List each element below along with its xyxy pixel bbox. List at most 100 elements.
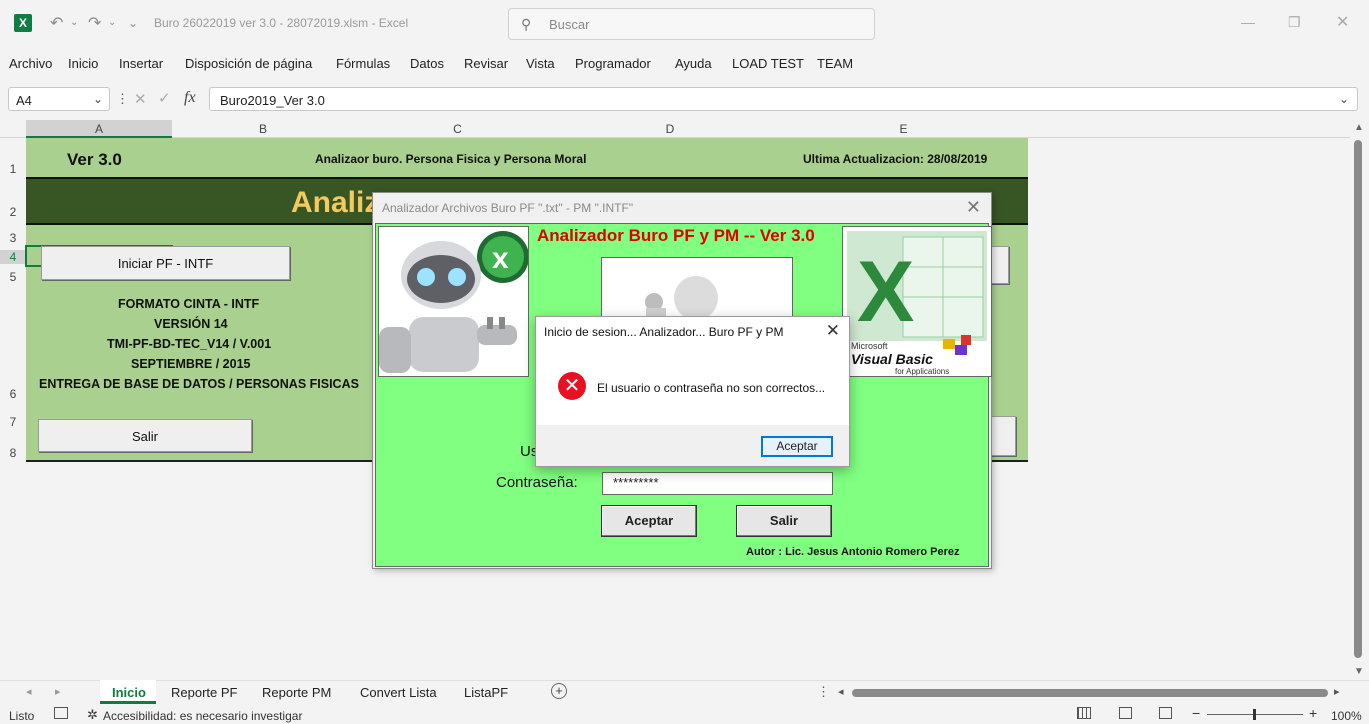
excel-vba-image: X Microsoft Visual Basic for Application… [842,226,992,377]
form-close-icon[interactable]: ✕ [966,197,981,218]
row-header-3[interactable]: 3 [0,231,26,245]
menu-disposicion[interactable]: Disposición de página [185,56,312,71]
row-header-2[interactable]: 2 [0,205,26,219]
menu-programador[interactable]: Programador [575,56,651,71]
macro-record-icon[interactable] [54,707,68,719]
prev-sheet-icon[interactable]: ◂ [26,685,32,698]
name-box[interactable]: A4 ⌄ [8,87,110,111]
customize-toolbar-icon[interactable]: ⌄ [128,16,138,30]
status-ready: Listo [9,709,35,723]
message-close-icon[interactable]: ✕ [826,321,840,341]
expand-formula-icon[interactable]: ⌄ [1339,92,1349,106]
close-window-icon[interactable]: ✕ [1336,12,1349,32]
col-header-d[interactable]: D [561,122,779,136]
more-options-icon[interactable]: ⋮ [116,91,129,107]
message-ok-button[interactable]: Aceptar [761,436,833,457]
minimize-icon[interactable]: — [1241,14,1255,30]
row-header-7[interactable]: 7 [0,415,26,429]
row-header-1[interactable]: 1 [0,162,26,176]
menu-inicio[interactable]: Inicio [68,56,98,71]
tab-listapf[interactable]: ListaPF [464,685,508,700]
menu-ayuda[interactable]: Ayuda [675,56,712,71]
col-header-a[interactable]: A [26,122,172,136]
vertical-scroll-thumb[interactable] [1354,140,1362,658]
menu-archivo[interactable]: Archivo [9,56,52,71]
info-line-1: FORMATO CINTA - INTF [118,297,260,311]
tab-convert-lista[interactable]: Convert Lista [360,685,437,700]
name-box-value: A4 [16,93,32,108]
col-header-e[interactable]: E [779,122,1028,136]
col-header-c[interactable]: C [354,122,561,136]
normal-view-icon[interactable] [1077,707,1091,719]
password-field[interactable]: ********* [602,472,833,495]
scroll-down-icon[interactable]: ▼ [1354,666,1364,677]
row-header-5[interactable]: 5 [0,270,26,284]
page-layout-icon[interactable] [1119,707,1132,719]
horizontal-scroll-thumb[interactable] [852,689,1328,697]
tab-reporte-pm[interactable]: Reporte PM [262,685,331,700]
status-bar: Listo ✲ Accesibilidad: es necesario inve… [0,704,1369,724]
zoom-in-icon[interactable]: + [1309,705,1317,721]
info-line-5: ENTREGA DE BASE DE DATOS / PERSONAS FISI… [39,377,359,391]
partial-button-right-bottom[interactable] [990,416,1016,456]
menu-vista[interactable]: Vista [526,56,555,71]
sheet-subtitle: Analizaor buro. Persona Fisica y Persona… [315,152,587,166]
svg-text:x: x [492,242,509,275]
zoom-level[interactable]: 100% [1331,709,1362,723]
search-placeholder: Buscar [549,17,590,32]
form-accept-button[interactable]: Aceptar [601,505,697,537]
function-icon[interactable]: fx [184,89,196,107]
info-line-2: VERSIÓN 14 [154,317,228,331]
col-header-b[interactable]: B [172,122,354,136]
tab-reporte-pf[interactable]: Reporte PF [171,685,237,700]
cancel-icon[interactable]: ✕ [134,90,147,108]
tab-options-icon[interactable]: ⋮ [817,684,830,700]
formula-bar: A4 ⌄ ⋮ ✕ ✓ fx Buro2019_Ver 3.0 ⌄ [0,84,1369,116]
menu-team[interactable]: TEAM [817,56,853,71]
scroll-up-icon[interactable]: ▲ [1354,122,1364,133]
formula-input[interactable]: Buro2019_Ver 3.0 ⌄ [209,87,1358,111]
scroll-left-icon[interactable]: ◂ [838,685,844,698]
search-box[interactable]: ⚲ Buscar [508,8,875,40]
redo-icon[interactable]: ↷ [88,13,101,33]
excel-logo-icon: X [14,14,32,32]
vba-subtext: for Applications [895,367,950,376]
column-headers: A B C D E [0,120,1350,138]
row-header-4[interactable]: 4 [0,250,26,264]
page-break-icon[interactable] [1159,707,1172,719]
row-header-8[interactable]: 8 [0,446,26,460]
vertical-scrollbar[interactable]: ▲ ▼ [1350,120,1369,680]
confirm-icon[interactable]: ✓ [158,89,171,107]
vba-text: Visual Basic [851,351,933,367]
formula-value: Buro2019_Ver 3.0 [220,93,325,108]
start-pf-intf-button[interactable]: Iniciar PF - INTF [41,246,290,280]
scroll-right-icon[interactable]: ▸ [1334,685,1340,698]
menu-formulas[interactable]: Fórmulas [336,56,390,71]
zoom-slider-thumb[interactable] [1253,709,1256,720]
banner-title: Analiz [291,186,380,219]
tab-inicio[interactable]: Inicio [112,685,146,700]
menu-insertar[interactable]: Insertar [119,56,163,71]
partial-button-right-top[interactable] [990,246,1009,284]
message-title: Inicio de sesion... Analizador... Buro P… [544,325,784,339]
menu-revisar[interactable]: Revisar [464,56,508,71]
zoom-out-icon[interactable]: − [1192,705,1200,721]
undo-dropdown-icon[interactable]: ⌄ [70,17,78,28]
redo-dropdown-icon[interactable]: ⌄ [108,17,116,28]
next-sheet-icon[interactable]: ▸ [55,685,61,698]
form-exit-button[interactable]: Salir [736,505,832,537]
accessibility-icon[interactable]: ✲ [87,707,98,723]
sheet-exit-button[interactable]: Salir [38,419,252,452]
undo-icon[interactable]: ↶ [50,13,63,33]
accessibility-status[interactable]: Accesibilidad: es necesario investigar [103,709,302,723]
restore-icon[interactable]: ❐ [1288,14,1301,31]
svg-text:X: X [857,244,914,340]
search-icon: ⚲ [521,16,532,32]
row-header-6[interactable]: 6 [0,387,26,401]
author-label: Autor : Lic. Jesus Antonio Romero Perez [746,546,960,558]
add-sheet-icon[interactable]: + [551,683,567,699]
menu-load-test[interactable]: LOAD TEST [732,56,804,71]
menu-datos[interactable]: Datos [410,56,444,71]
chevron-down-icon[interactable]: ⌄ [93,92,103,106]
last-update: Ultima Actualizacion: 28/08/2019 [803,152,988,166]
